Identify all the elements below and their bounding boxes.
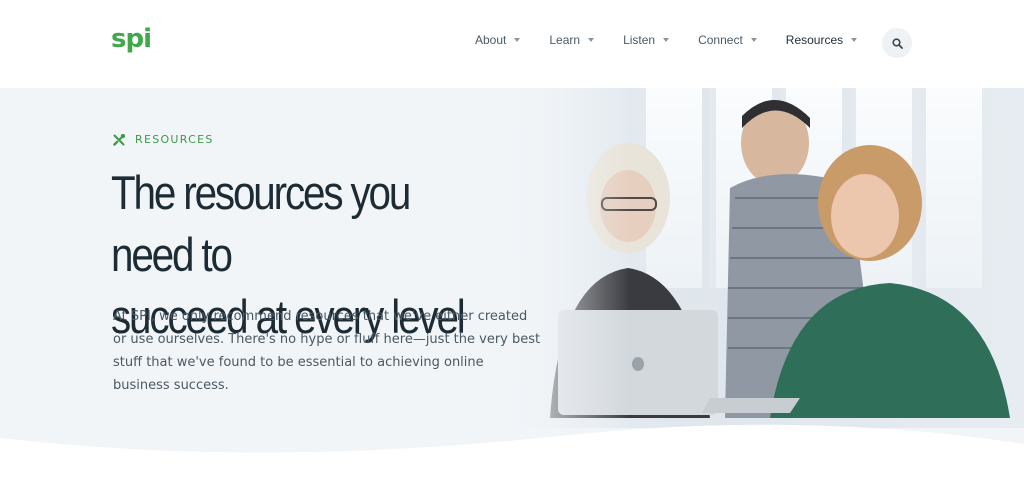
chevron-down-icon <box>663 38 670 42</box>
nav-item-listen[interactable]: Listen <box>623 33 670 47</box>
nav-item-about[interactable]: About <box>475 33 521 47</box>
nav-item-label: Connect <box>698 33 743 47</box>
section-tag-label: RESOURCES <box>135 133 214 146</box>
intro-text: At SPI, we only recommend resources that… <box>113 309 541 393</box>
nav-item-label: Listen <box>623 33 656 47</box>
search-button[interactable] <box>882 28 912 58</box>
main-nav: About Learn Listen Connect Resources <box>475 33 886 47</box>
nav-item-label: Resources <box>785 33 844 47</box>
site-header: spi About Learn Listen Connect Resources <box>0 0 1024 88</box>
nav-item-label: Learn <box>549 33 581 47</box>
spi-logo[interactable]: spi <box>111 24 152 54</box>
search-icon <box>891 37 903 49</box>
section-curve <box>0 424 1024 491</box>
nav-item-resources[interactable]: Resources <box>785 33 858 47</box>
chevron-down-icon <box>588 38 595 42</box>
tools-icon <box>113 133 125 146</box>
nav-item-connect[interactable]: Connect <box>698 33 757 47</box>
chevron-down-icon <box>750 38 757 42</box>
hero-section: RESOURCES The resources you need to succ… <box>0 88 1024 491</box>
nav-item-learn[interactable]: Learn <box>549 33 595 47</box>
chevron-down-icon <box>851 38 858 42</box>
chevron-down-icon <box>514 38 521 42</box>
nav-item-label: About <box>475 33 507 47</box>
section-tag: RESOURCES <box>113 133 214 146</box>
